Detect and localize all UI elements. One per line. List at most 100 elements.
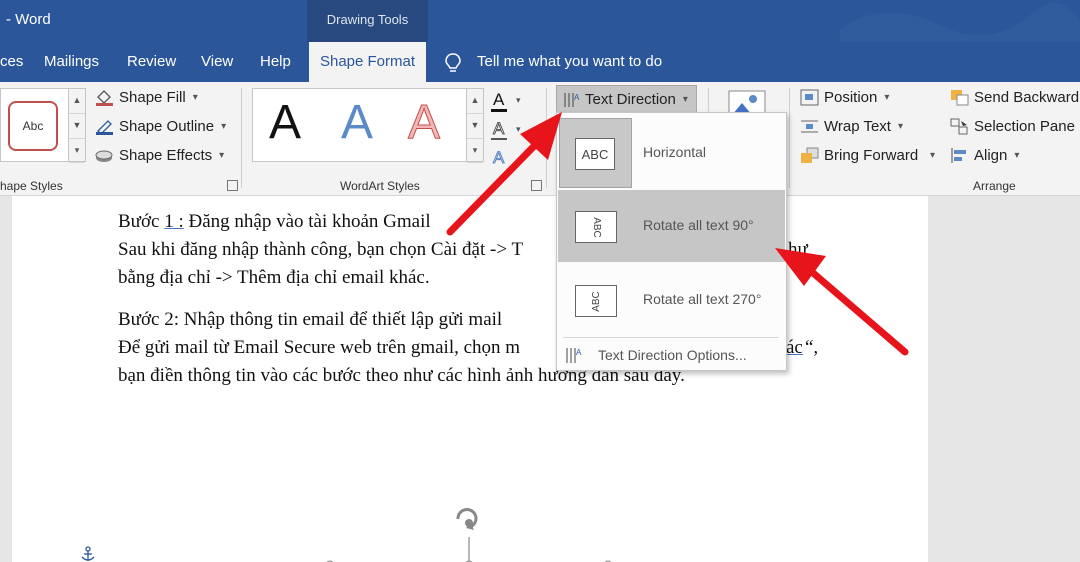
horizontal-label: Horizontal: [643, 144, 707, 160]
wrap-text-icon: [800, 118, 819, 135]
shape-styles-gallery[interactable]: Abc ▲ ▼ ▾: [0, 88, 86, 164]
wordart-blue[interactable]: A: [341, 95, 373, 150]
paint-bucket-icon: [95, 89, 114, 106]
text-direction-button[interactable]: A Text Direction ▾: [556, 85, 697, 113]
arrange-group-label: Arrange: [973, 179, 1016, 193]
ribbon-tab-row: ces Mailings Review View Help Shape Form…: [0, 42, 1080, 82]
wrap-text-button[interactable]: Wrap Text ▾: [800, 118, 903, 135]
align-button[interactable]: Align ▾: [950, 147, 1019, 164]
text-direction-options-icon: A: [566, 348, 582, 363]
align-label: Align: [974, 147, 1008, 164]
align-icon: [950, 147, 969, 164]
group-divider: [789, 88, 790, 188]
chevron-down-icon[interactable]: ▾: [930, 150, 935, 161]
wordart-black[interactable]: A: [269, 95, 301, 150]
doc-line-5[interactable]: Để gửi mail từ Email Secure web trên gma…: [118, 337, 520, 359]
doc-line-3[interactable]: bằng địa chỉ -> Thêm địa chỉ email khác.: [118, 267, 430, 289]
text-direction-menu: ABC Horizontal ABC Rotate all text 90° A…: [556, 112, 787, 371]
shape-effects-label: Shape Effects: [119, 147, 213, 164]
wordart-gallery[interactable]: A A A ▲ ▼ ▾: [252, 88, 484, 164]
text-direction-label: Text Direction: [585, 90, 676, 108]
shape-fill-button[interactable]: Shape Fill ▾: [95, 89, 198, 106]
wordart-launcher-icon[interactable]: [531, 180, 542, 191]
text-direction-icon: A: [561, 91, 580, 108]
shape-styles-group-label: hape Styles: [0, 179, 63, 193]
svg-text:A: A: [493, 119, 505, 138]
doc-line-2-tail: hư: [788, 239, 808, 260]
svg-text:A: A: [576, 348, 582, 357]
rotate-90-thumb-text: ABC: [590, 216, 602, 238]
shape-outline-button[interactable]: Shape Outline ▾: [95, 118, 226, 135]
position-button[interactable]: Position ▾: [800, 89, 889, 106]
svg-text:▾: ▾: [516, 124, 521, 134]
wordart-group-label: WordArt Styles: [340, 179, 420, 193]
position-icon: [800, 89, 819, 106]
rotate-270-thumb-text: ABC: [590, 290, 602, 312]
doc-line-5-tail: ác: [786, 337, 803, 358]
shape-selection-handles[interactable]: [300, 505, 630, 562]
drawing-tools-context: Drawing Tools: [307, 0, 428, 42]
selection-pane-label: Selection Pane: [974, 118, 1075, 135]
shape-effects-icon: [95, 147, 114, 164]
send-backward-button[interactable]: Send Backward: [950, 89, 1079, 106]
shape-outline-label: Shape Outline: [119, 118, 215, 135]
menu-item-horizontal[interactable]: ABC Horizontal: [558, 117, 785, 189]
text-direction-options[interactable]: A Text Direction Options...: [557, 341, 786, 369]
menu-divider: [563, 337, 779, 338]
doc-line-1-pre: Bước: [118, 211, 165, 232]
tell-me-search[interactable]: Tell me what you want to do: [477, 42, 662, 82]
chevron-down-icon: ▾: [682, 93, 688, 105]
wordart-gallery-scroll[interactable]: ▲ ▼ ▾: [466, 89, 483, 164]
anchor-icon: [81, 546, 95, 561]
menu-item-rotate-270[interactable]: ABC Rotate all text 270°: [558, 264, 785, 336]
doc-line-2[interactable]: Sau khi đăng nhập thành công, bạn chọn C…: [118, 239, 523, 261]
svg-text:A: A: [574, 93, 580, 102]
title-bar: - Word Drawing Tools: [0, 0, 1080, 42]
send-backward-icon: [950, 89, 969, 106]
chevron-down-icon: ▾: [884, 92, 890, 103]
svg-text:▾: ▾: [516, 95, 521, 105]
wordart-text-tools[interactable]: A ▾ A ▾ A: [491, 88, 531, 168]
shape-styles-gallery-scroll[interactable]: ▲ ▼ ▾: [68, 89, 85, 164]
shape-fill-label: Shape Fill: [119, 89, 186, 106]
svg-text:A: A: [493, 90, 505, 109]
ribbon: Abc ▲ ▼ ▾ Shape Fill ▾ Shape Outline ▾ Shape…: [0, 82, 1080, 196]
bring-forward-icon: [800, 147, 819, 164]
group-divider: [241, 88, 242, 188]
bring-forward-label: Bring Forward: [824, 147, 919, 164]
svg-text:A: A: [493, 148, 505, 167]
shape-style-sample[interactable]: Abc: [8, 101, 58, 151]
position-label: Position: [824, 89, 878, 106]
group-divider: [546, 88, 547, 188]
selection-pane-icon: [950, 118, 969, 135]
selection-pane-button[interactable]: Selection Pane: [950, 118, 1075, 135]
rotate-90-label: Rotate all text 90°: [643, 217, 754, 233]
horizontal-thumbnail: ABC: [575, 138, 615, 170]
doc-line-4[interactable]: Bước 2: Nhập thông tin email để thiết lậ…: [118, 309, 502, 331]
title-bar-decoration: [840, 2, 1080, 42]
wordart-red-outline[interactable]: A: [407, 95, 440, 150]
tab-shape-format[interactable]: Shape Format: [309, 42, 426, 82]
tab-help[interactable]: Help: [260, 42, 291, 82]
rotate-270-label: Rotate all text 270°: [643, 291, 762, 307]
tab-review[interactable]: Review: [127, 42, 176, 82]
lightbulb-icon: [445, 53, 461, 72]
tab-references[interactable]: ces: [0, 42, 23, 82]
doc-line-5-quote: “,: [805, 337, 819, 358]
send-backward-label: Send Backward: [974, 89, 1080, 106]
drawing-tools-label: Drawing Tools: [326, 12, 409, 27]
chevron-down-icon: ▾: [897, 121, 904, 132]
app-title: - Word: [6, 11, 51, 28]
rotate-90-thumbnail: ABC: [575, 211, 617, 243]
doc-line-1[interactable]: Bước 1 : Đăng nhập vào tài khoản Gmail: [118, 211, 431, 233]
shape-styles-launcher-icon[interactable]: [227, 180, 238, 191]
tab-mailings[interactable]: Mailings: [44, 42, 99, 82]
chevron-down-icon: ▾: [221, 121, 227, 132]
pen-icon: [95, 118, 114, 135]
shape-effects-button[interactable]: Shape Effects ▾: [95, 147, 224, 164]
menu-item-rotate-90[interactable]: ABC Rotate all text 90°: [558, 190, 785, 262]
chevron-down-icon: ▾: [219, 150, 225, 161]
tab-view[interactable]: View: [201, 42, 233, 82]
bring-forward-button[interactable]: Bring Forward: [800, 147, 918, 164]
doc-line-1-link[interactable]: 1 :: [164, 211, 184, 232]
